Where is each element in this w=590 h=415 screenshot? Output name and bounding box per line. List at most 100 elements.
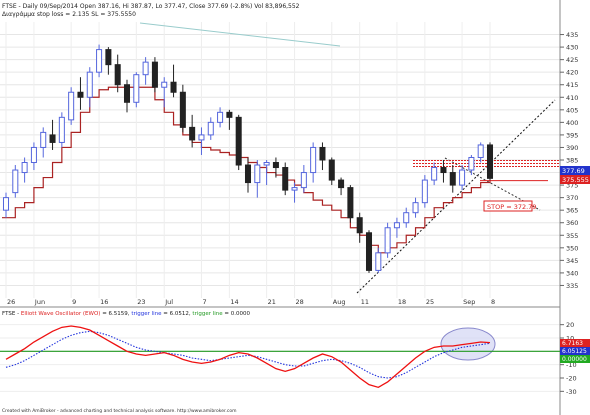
indicator-name-prefix: FTSE - [2, 311, 21, 317]
date-tick-label: 26 [7, 298, 15, 306]
candle-body [198, 134, 205, 141]
candle-body [142, 61, 149, 76]
date-tick-label: 28 [296, 298, 304, 306]
price-tick-label: 370 [566, 194, 578, 202]
candle-body [328, 159, 335, 181]
indicator-name: Elliott Wave Oscillator (EWO) [21, 311, 101, 317]
candle-body [338, 179, 345, 189]
price-tick-label: 360 [566, 219, 578, 227]
candle-body [310, 146, 317, 174]
osc-tick-label: -30 [566, 388, 577, 396]
candle-body [347, 187, 354, 219]
candle-body [431, 167, 438, 181]
sl-badge-text: 375.555 [562, 176, 589, 184]
date-tick-label: Sep [463, 298, 475, 306]
price-tick-label: 350 [566, 244, 578, 252]
candle-body [179, 91, 186, 128]
price-tick-label: 355 [566, 232, 578, 240]
candle-body [58, 116, 65, 143]
close-badge-text: 377.69 [562, 167, 585, 175]
candle-body [412, 202, 419, 214]
stop-label: STOP = 372.79 [487, 203, 536, 211]
trigger-value-2: = 0.0000 [223, 311, 251, 317]
price-tick-label: 345 [566, 257, 578, 265]
candle-body [123, 84, 131, 103]
candle-body [440, 167, 447, 174]
candle-body [151, 61, 158, 88]
candle-body [365, 232, 373, 271]
candle-body [86, 71, 93, 98]
price-tick-label: 405 [566, 106, 578, 114]
candle-body [263, 162, 270, 166]
price-tick-label: 435 [566, 31, 578, 39]
candle-body [254, 164, 261, 184]
price-tick-label: 420 [566, 69, 578, 77]
candle-body [12, 169, 19, 194]
date-tick-label: Aug [333, 298, 346, 306]
candle-body [30, 146, 37, 164]
candle-body [105, 49, 112, 66]
date-tick-label: 9 [72, 298, 76, 306]
candle-body [77, 91, 84, 98]
candle-body [189, 126, 196, 141]
candle-body [319, 146, 326, 161]
date-tick-label: Jun [34, 298, 45, 306]
candle-body [21, 162, 28, 174]
candle-body [356, 217, 363, 234]
candle-body [217, 111, 224, 123]
price-tick-label: 340 [566, 269, 578, 277]
candle-body [68, 91, 75, 121]
candle-body [300, 172, 307, 189]
price-tick-label: 385 [566, 157, 578, 165]
candle-body [468, 156, 475, 171]
candle-body [226, 111, 233, 118]
date-tick-label: 18 [398, 298, 406, 306]
date-tick-label: 11 [361, 298, 369, 306]
ewo-badge-text: 6.7163 [562, 340, 583, 347]
candle-body [49, 134, 56, 143]
price-tick-label: 400 [566, 119, 578, 127]
date-tick-label: 23 [137, 298, 145, 306]
candle-body [291, 187, 298, 191]
trigger-label-2: trigger line [192, 311, 223, 317]
osc-tick-label: -20 [566, 375, 577, 383]
candle-body [477, 144, 484, 158]
header-line-1: FTSE - Daily 09/Sep/2014 Open 387.16, Hi… [2, 3, 300, 10]
price-tick-label: 425 [566, 56, 578, 64]
trigger-label: trigger line [131, 311, 162, 317]
candle-body [459, 169, 466, 186]
candle-body [244, 164, 252, 184]
candle-body [375, 252, 382, 271]
candle-body [282, 167, 289, 191]
trigger-badge-text: 6.05125 [562, 348, 587, 355]
price-tick-label: 395 [566, 131, 578, 139]
zero-badge-text: 0.00000 [562, 356, 587, 363]
candle-body [449, 172, 456, 186]
price-tick-label: 430 [566, 44, 578, 52]
indicator-title: FTSE - Elliott Wave Oscillator (EWO) = 6… [2, 311, 251, 317]
date-tick-label: 21 [268, 298, 276, 306]
candle-body [114, 64, 121, 86]
price-tick-label: 390 [566, 144, 578, 152]
candle-body [2, 197, 10, 211]
candle-body [384, 227, 391, 254]
price-tick-label: 415 [566, 81, 578, 89]
candle-body [161, 81, 168, 88]
date-tick-label: 8 [491, 298, 495, 306]
date-tick-label: 7 [202, 298, 206, 306]
date-tick-label: 25 [426, 298, 434, 306]
candle-body [393, 222, 400, 229]
candle-body [421, 179, 428, 204]
price-tick-label: 335 [566, 282, 578, 290]
date-tick-label: Jul [164, 298, 173, 306]
candle-body [40, 131, 47, 148]
chart-canvas: FTSE - Daily 09/Sep/2014 Open 387.16, Hi… [0, 0, 590, 415]
candle-body [235, 116, 242, 166]
header-line-2: Διαγράμμα stop loss = 2.135 SL = 375.555… [2, 11, 136, 18]
candle-body [170, 81, 177, 93]
footer-credit: Created with AmiBroker - advanced charti… [2, 408, 236, 414]
candle-body [133, 74, 140, 103]
candle-body [403, 212, 410, 224]
date-tick-label: 16 [100, 298, 108, 306]
candle-body [207, 121, 214, 136]
